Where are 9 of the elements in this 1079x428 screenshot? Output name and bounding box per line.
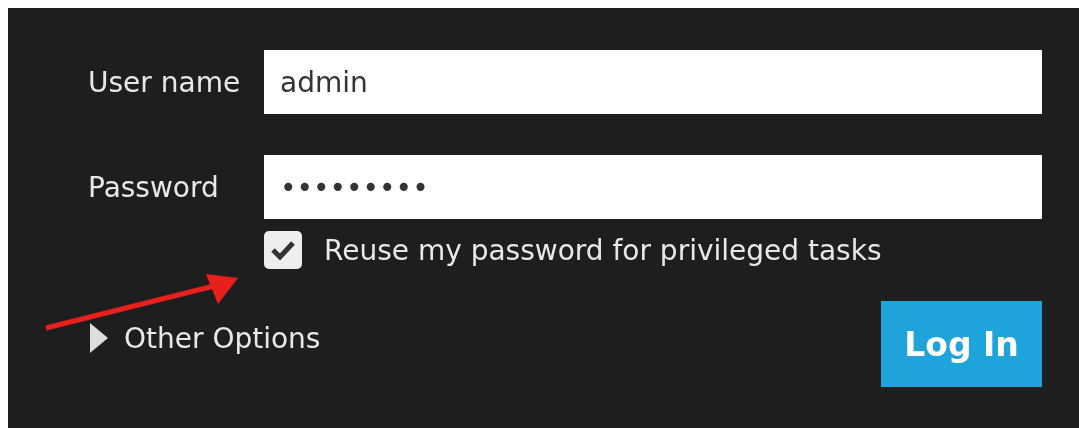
field-label: User name	[88, 65, 242, 99]
other-options-toggle[interactable]: Other Options	[90, 321, 321, 355]
triangle-icon	[90, 323, 108, 353]
checkbox[interactable]	[264, 231, 302, 269]
password-field[interactable]: •••••••••	[264, 155, 1042, 219]
username-field[interactable]: admin	[264, 50, 1042, 114]
field-label: Password	[88, 170, 220, 204]
checkmark-icon	[270, 239, 296, 261]
checkbox-label: Reuse my password for privileged tasks	[324, 233, 882, 267]
